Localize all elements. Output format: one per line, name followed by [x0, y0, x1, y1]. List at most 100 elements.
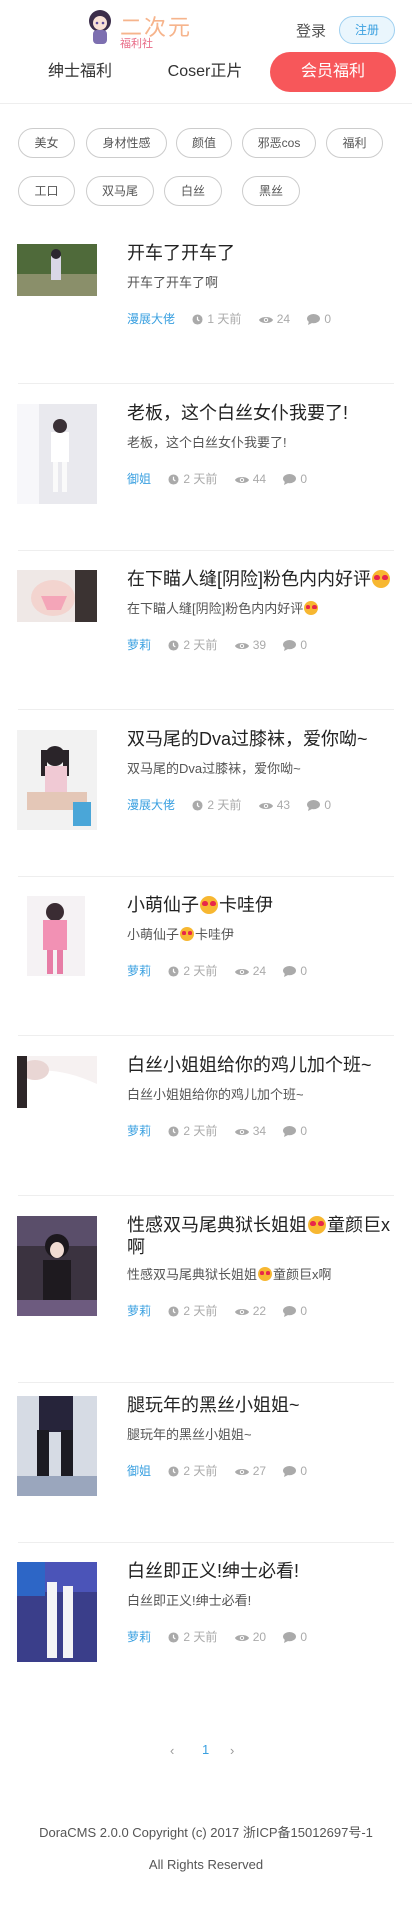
clock-icon [168, 966, 179, 977]
tag-item[interactable]: 邪恶cos [242, 128, 316, 158]
post-views: 24 [276, 312, 291, 326]
post-time: 2 天前 [183, 1464, 218, 1478]
post-title[interactable]: 老板，这个白丝女仆我要了! [127, 402, 397, 424]
post-excerpt: 小萌仙子 卡哇伊 [127, 927, 235, 942]
post-thumbnail[interactable] [27, 896, 85, 976]
post-author[interactable]: 萝莉 [127, 638, 151, 652]
post-title[interactable]: 腿玩年的黑丝小姐姐~ [127, 1394, 397, 1416]
post-excerpt: 白丝即正义!绅士必看! [127, 1593, 252, 1608]
post-title[interactable]: 小萌仙子 卡哇伊 [127, 894, 397, 916]
post-excerpt: 性感双马尾典狱长姐姐 童颜巨x啊 [127, 1267, 332, 1282]
tag-item[interactable]: 颜值 [176, 128, 232, 158]
post-excerpt: 白丝小姐姐给你的鸡儿加个班~ [127, 1087, 304, 1102]
next-page-button[interactable]: › [230, 1743, 234, 1758]
clock-icon [192, 800, 203, 811]
heart-eyes-emoji-icon [258, 1267, 273, 1281]
post-views: 24 [252, 964, 267, 978]
eye-icon [234, 1634, 249, 1641]
clock-icon [168, 1306, 179, 1317]
comment-icon [283, 1466, 297, 1478]
footer-rights: All Rights Reserved [148, 1857, 264, 1872]
post-thumbnail[interactable] [17, 1216, 97, 1316]
page-number-current[interactable]: 1 [202, 1742, 209, 1757]
site-header: 二次元 福利社 登录 注册 绅士福利 Coser正片 会员福利 [0, 0, 412, 104]
post-author[interactable]: 萝莉 [127, 964, 151, 978]
post-comments: 0 [324, 312, 332, 326]
tag-item[interactable]: 美女 [18, 128, 75, 158]
post-views: 39 [252, 638, 267, 652]
tag-item[interactable]: 工口 [18, 176, 75, 206]
logo-subtitle: 福利社 [120, 38, 153, 50]
post-comments: 0 [300, 1464, 308, 1478]
register-button[interactable]: 注册 [339, 16, 395, 44]
post-author[interactable]: 萝莉 [127, 1304, 151, 1318]
post-views: 44 [252, 472, 267, 486]
comment-icon [283, 640, 297, 652]
eye-icon [234, 968, 249, 975]
post-time: 2 天前 [183, 638, 218, 652]
post-meta: 萝莉 2 天前 24 0 [127, 962, 307, 980]
post-views: 34 [252, 1124, 267, 1138]
site-logo[interactable]: 二次元 福利社 [86, 8, 196, 52]
clock-icon [168, 1126, 179, 1137]
tag-item[interactable]: 白丝 [164, 176, 222, 206]
post-author[interactable]: 漫展大佬 [127, 312, 175, 326]
tag-item[interactable]: 身材性感 [86, 128, 167, 158]
post-title[interactable]: 白丝小姐姐给你的鸡儿加个班~ [127, 1054, 397, 1076]
post-thumbnail[interactable] [17, 1396, 97, 1496]
tab-coser[interactable]: Coser正片 [155, 52, 255, 92]
post-thumbnail[interactable] [17, 1056, 97, 1108]
clock-icon [168, 474, 179, 485]
post-excerpt: 双马尾的Dva过膝袜，爱你呦~ [127, 761, 301, 776]
divider [18, 1035, 394, 1036]
comment-icon [307, 800, 321, 812]
post-thumbnail[interactable] [17, 570, 97, 622]
prev-page-button[interactable]: ‹ [170, 1743, 174, 1758]
post-meta: 漫展大佬 2 天前 43 0 [127, 796, 331, 814]
post-title[interactable]: 性感双马尾典狱长姐姐 童颜巨x啊 [127, 1214, 397, 1258]
eye-icon [234, 1468, 249, 1475]
post-title[interactable]: 开车了开车了 [127, 242, 397, 264]
post-thumbnail[interactable] [17, 730, 97, 830]
post-comments: 0 [300, 1304, 308, 1318]
divider [18, 1542, 394, 1543]
login-link[interactable]: 登录 [296, 20, 326, 41]
comment-icon [283, 1126, 297, 1138]
tab-gentleman-welfare[interactable]: 绅士福利 [30, 52, 130, 92]
post-thumbnail[interactable] [17, 244, 97, 296]
category-tabs: 绅士福利 Coser正片 会员福利 [0, 52, 412, 96]
tag-item[interactable]: 福利 [326, 128, 383, 158]
post-excerpt: 老板，这个白丝女仆我要了! [127, 435, 287, 450]
heart-eyes-emoji-icon [372, 570, 391, 588]
post-author[interactable]: 萝莉 [127, 1630, 151, 1644]
comment-icon [283, 474, 297, 486]
post-meta: 漫展大佬 1 天前 24 0 [127, 310, 331, 328]
post-title[interactable]: 双马尾的Dva过膝袜，爱你呦~ [127, 728, 397, 750]
tag-item[interactable]: 双马尾 [86, 176, 154, 206]
post-comments: 0 [300, 1630, 308, 1644]
post-title[interactable]: 白丝即正义!绅士必看! [127, 1560, 397, 1582]
post-meta: 萝莉 2 天前 39 0 [127, 636, 307, 654]
post-thumbnail[interactable] [17, 1562, 97, 1662]
post-title[interactable]: 在下瞄人缝[阴险]粉色内内好评 [127, 568, 397, 590]
post-author[interactable]: 萝莉 [127, 1124, 151, 1138]
tag-item[interactable]: 黑丝 [242, 176, 300, 206]
clock-icon [168, 1466, 179, 1477]
post-thumbnail[interactable] [17, 404, 97, 504]
post-author[interactable]: 漫展大佬 [127, 798, 175, 812]
post-excerpt: 腿玩年的黑丝小姐姐~ [127, 1427, 252, 1442]
post-comments: 0 [300, 638, 308, 652]
heart-eyes-emoji-icon [308, 1216, 326, 1234]
post-excerpt: 开车了开车了啊 [127, 275, 219, 290]
clock-icon [168, 640, 179, 651]
post-author[interactable]: 御姐 [127, 1464, 151, 1478]
tab-member-welfare[interactable]: 会员福利 [270, 52, 396, 92]
post-meta: 萝莉 2 天前 34 0 [127, 1122, 307, 1140]
divider [18, 550, 394, 551]
post-views: 27 [252, 1464, 267, 1478]
post-comments: 0 [300, 472, 308, 486]
divider [18, 383, 394, 384]
post-author[interactable]: 御姐 [127, 472, 151, 486]
footer-copyright: DoraCMS 2.0.0 Copyright (c) 2017 浙ICP备15… [39, 1825, 373, 1840]
post-time: 2 天前 [183, 1630, 218, 1644]
